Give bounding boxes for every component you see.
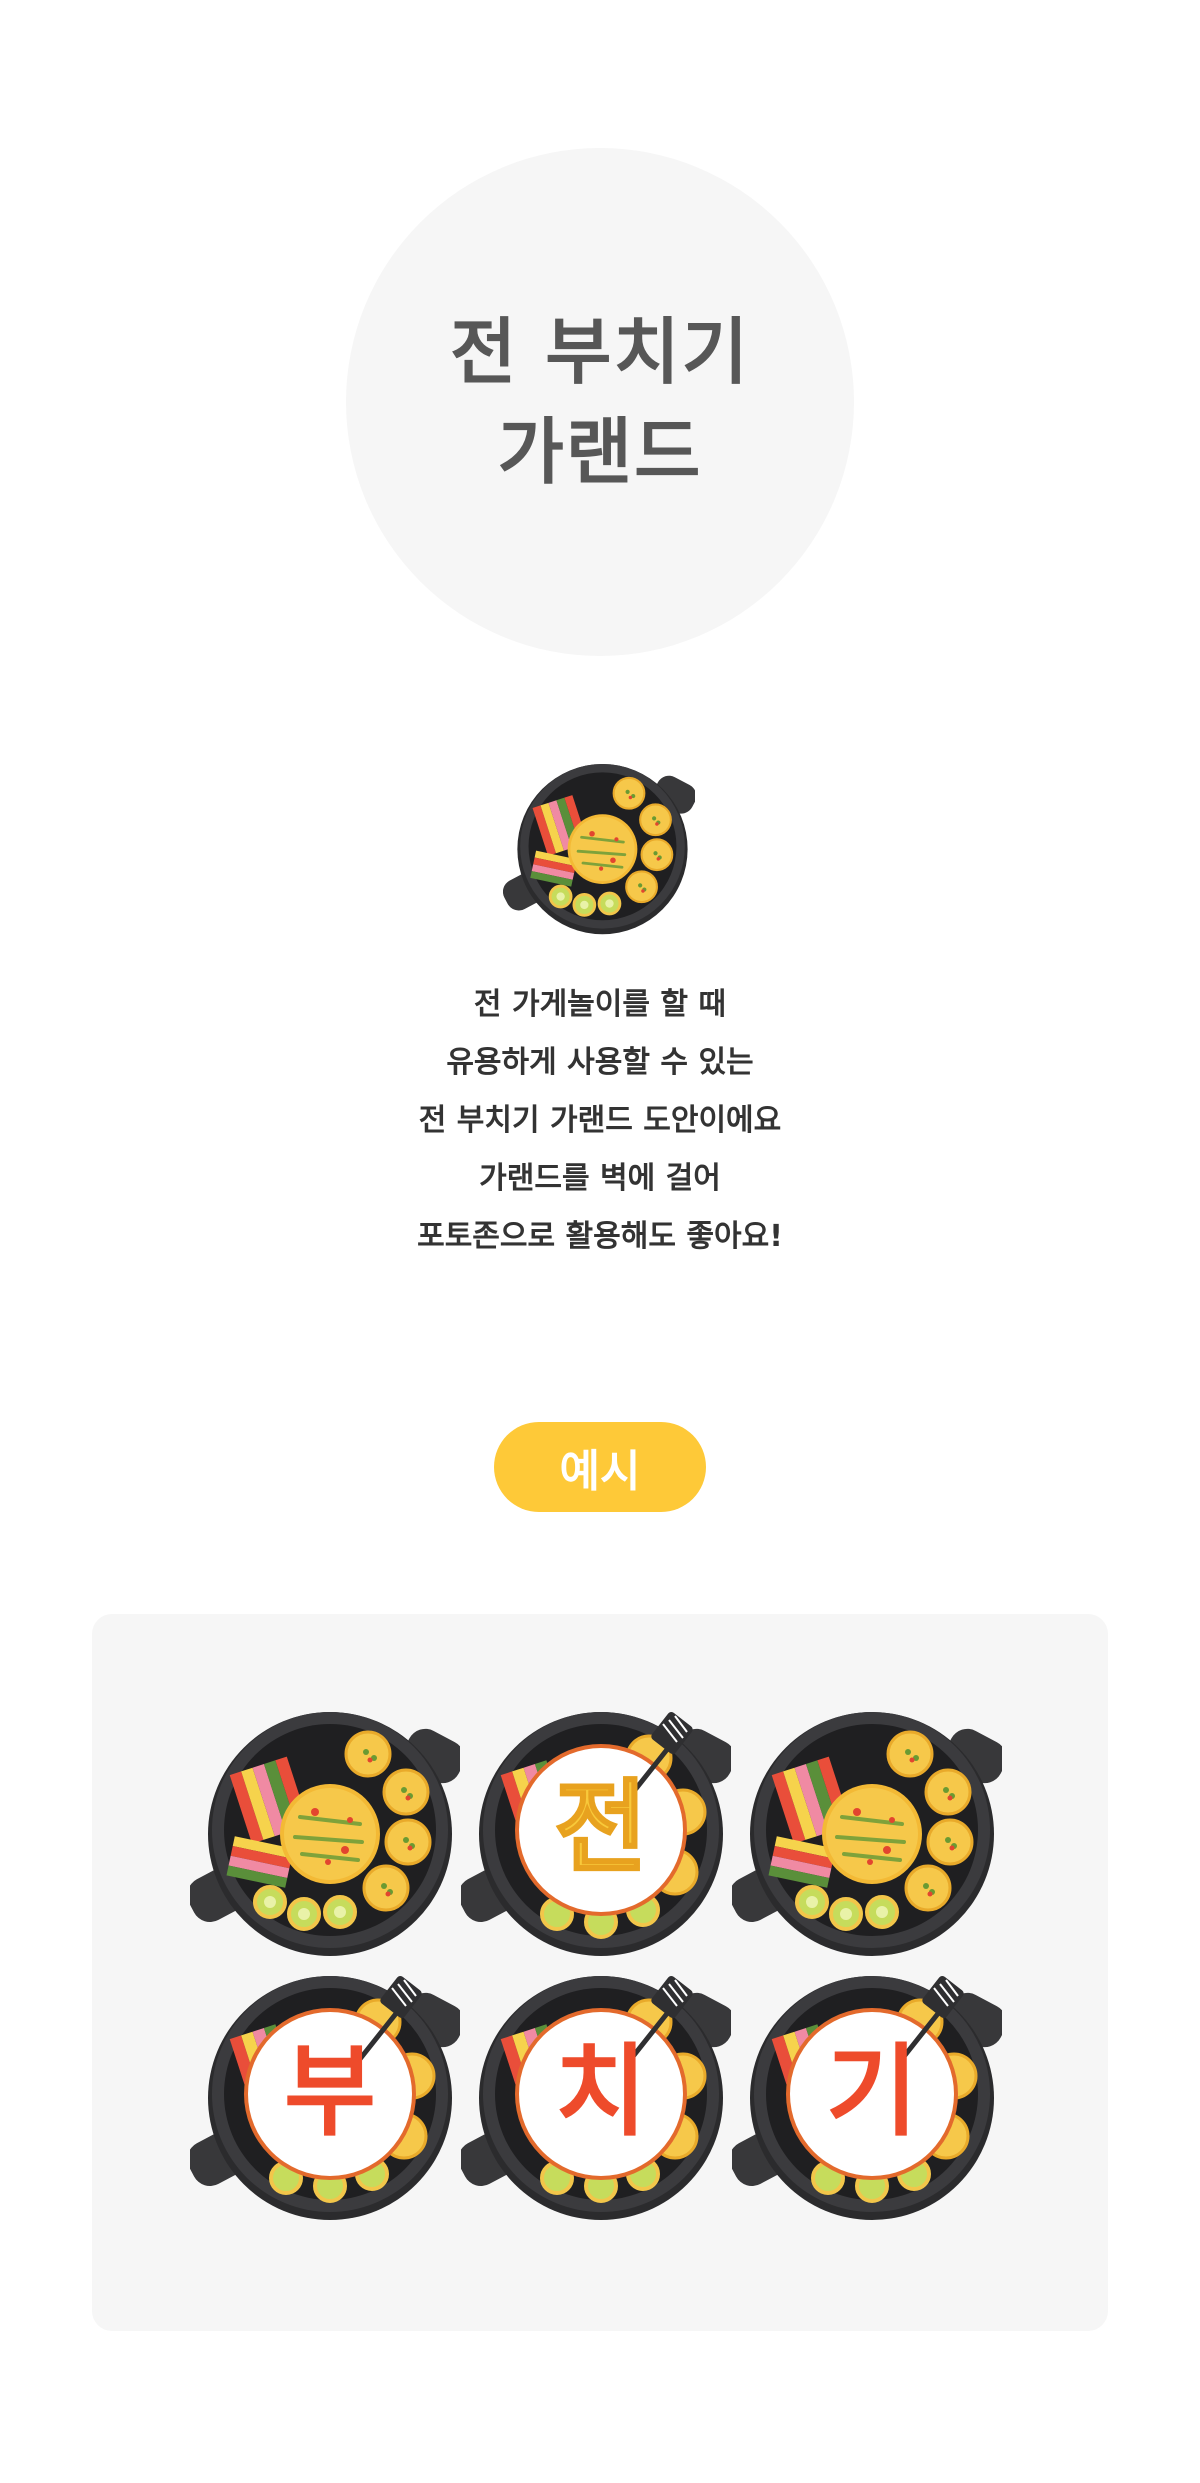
description-line: 전 부치기 가랜드 도안이에요 — [418, 1103, 782, 1138]
example-label: 예시 — [559, 1446, 641, 1497]
description-line: 전 가게놀이를 할 때 — [473, 987, 727, 1022]
garland-pan-food — [732, 1702, 1002, 1960]
jeon-pan-icon — [503, 757, 695, 937]
page: 전 부치기 가랜드 전 가게놀이를 할 때 유용하게 사용할 수 있는 전 부치… — [0, 0, 1200, 2483]
garland-pan-letter: 기 — [732, 1966, 1002, 2224]
example-badge: 예시 — [494, 1422, 706, 1512]
description-line: 포토존으로 활용해도 좋아요! — [417, 1219, 783, 1254]
page-title-line-2: 가랜드 — [497, 410, 703, 494]
garland-letter: 부 — [284, 2033, 376, 2150]
garland-letter: 기 — [826, 2033, 918, 2150]
page-title-line-1: 전 부치기 — [449, 310, 751, 394]
garland-pan-letter: 치 — [461, 1966, 731, 2224]
description-line: 가랜드를 벽에 걸어 — [479, 1161, 721, 1196]
garland-pan-letter: 부 — [190, 1966, 460, 2224]
description-line: 유용하게 사용할 수 있는 — [446, 1045, 754, 1080]
title-circle: 전 부치기 가랜드 — [346, 148, 854, 656]
garland-pan-letter: 전 — [461, 1702, 731, 1960]
garland-pan-food — [190, 1702, 460, 1960]
garland-letter: 전 — [555, 1769, 647, 1886]
garland-letter: 치 — [555, 2033, 647, 2150]
example-panel: 전 부 치 기 — [92, 1614, 1108, 2331]
description: 전 가게놀이를 할 때 유용하게 사용할 수 있는 전 부치기 가랜드 도안이에… — [0, 976, 1200, 1266]
